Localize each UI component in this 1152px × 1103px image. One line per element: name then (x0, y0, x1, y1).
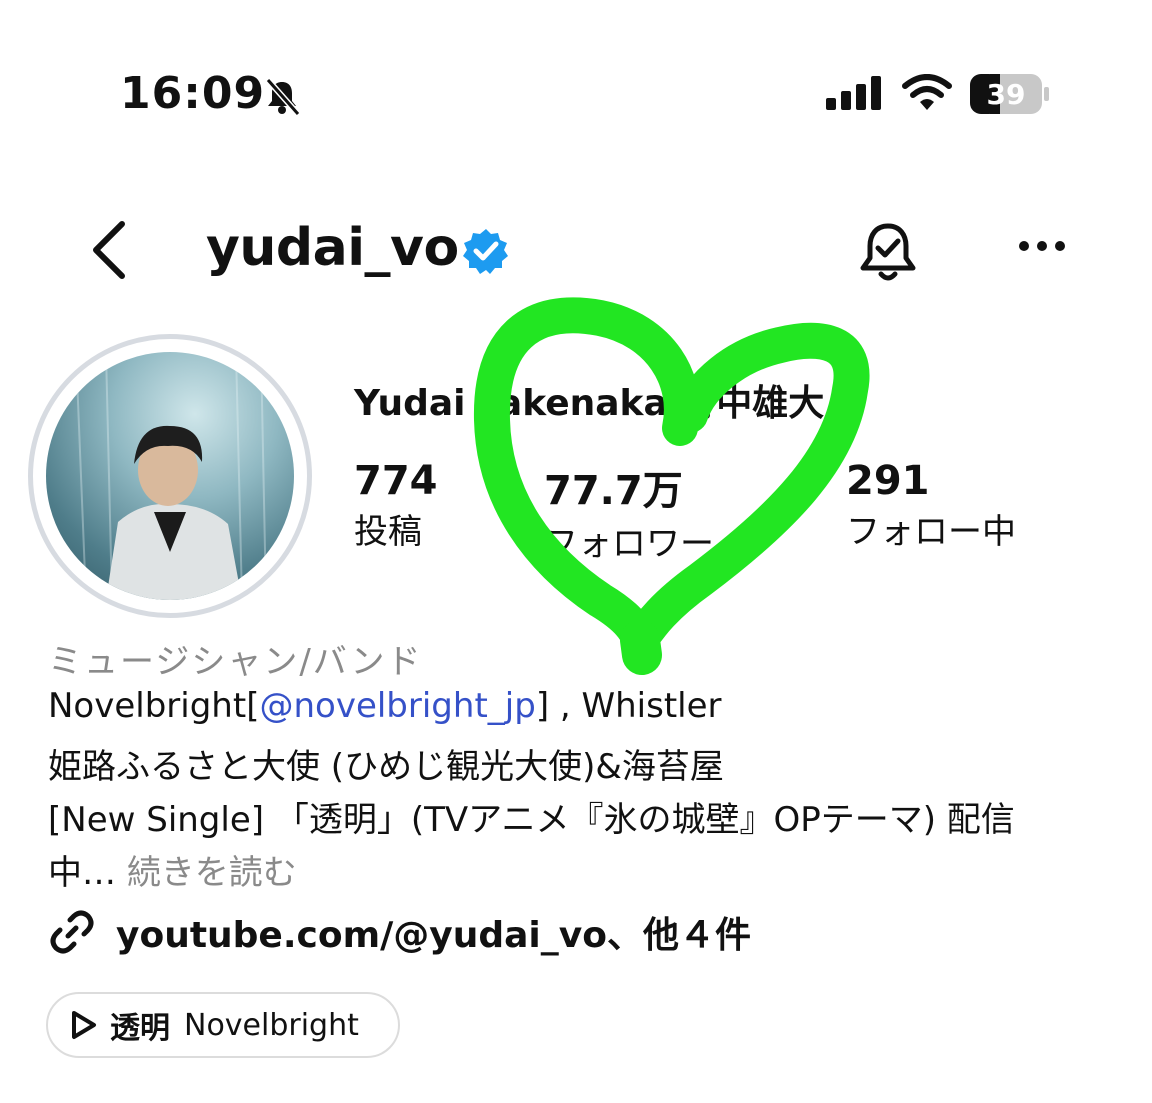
music-sticker[interactable]: 透明 Novelbright (46, 992, 400, 1058)
chevron-left-icon (93, 221, 125, 279)
notification-button[interactable] (858, 220, 918, 288)
avatar[interactable] (46, 352, 294, 600)
wifi-icon (902, 74, 952, 116)
back-button[interactable] (88, 220, 128, 284)
bio-mention-link[interactable]: @novelbright_jp (259, 686, 535, 726)
profile-external-link[interactable]: youtube.com/@yudai_vo、他４件 (116, 906, 751, 958)
bell-slash-icon (262, 76, 302, 120)
music-artist: Novelbright (184, 1007, 359, 1043)
verified-badge-icon (462, 227, 510, 279)
battery-level: 39 (986, 77, 1026, 111)
bio-line: 姫路ふるさと大使 (ひめじ観光大使)&海苔屋 (48, 747, 724, 787)
link-icon (48, 908, 96, 960)
stat-posts[interactable]: 774 投稿 (354, 458, 438, 553)
music-title: 透明 (110, 1011, 170, 1046)
read-more-link[interactable]: 続きを読む (127, 853, 297, 893)
more-options-button[interactable] (1018, 238, 1066, 257)
more-dots-icon (1019, 241, 1065, 251)
bio-text: Novelbright[ (48, 686, 260, 726)
bio-line: 中… 続きを読む (48, 845, 297, 894)
stat-value: 774 (354, 458, 438, 504)
avatar-photo (75, 352, 267, 600)
display-name: Yudai Takenaka 竹中雄大 (354, 383, 825, 424)
cellular-signal-icon (826, 76, 884, 114)
stat-followers[interactable]: 77.7万 フォロワー (544, 458, 714, 565)
bio-line: [New Single] 「透明」(TVアニメ『氷の城壁』OPテーマ) 配信 (48, 800, 1015, 840)
play-icon (72, 1011, 96, 1039)
profile-username: yudai_vo (206, 218, 459, 278)
bio-line: Novelbright[@novelbright_jp] , Whistler (48, 686, 722, 726)
notification-bell-check-icon (860, 223, 916, 281)
stat-value: 291 (846, 458, 930, 504)
stat-following[interactable]: 291 フォロー中 (846, 458, 1016, 553)
bio-text: ] , Whistler (535, 686, 722, 726)
profile-category: ミュージシャン/バンド (48, 642, 423, 682)
status-time: 16:09 (120, 68, 266, 119)
stat-label: 投稿 (354, 512, 422, 552)
stat-label: フォロワー (544, 524, 714, 564)
stat-label: フォロー中 (846, 512, 1016, 552)
battery-icon: 39 (970, 74, 1050, 118)
bio-text: 中… (48, 853, 116, 893)
stat-value: 77.7万 (544, 468, 683, 514)
